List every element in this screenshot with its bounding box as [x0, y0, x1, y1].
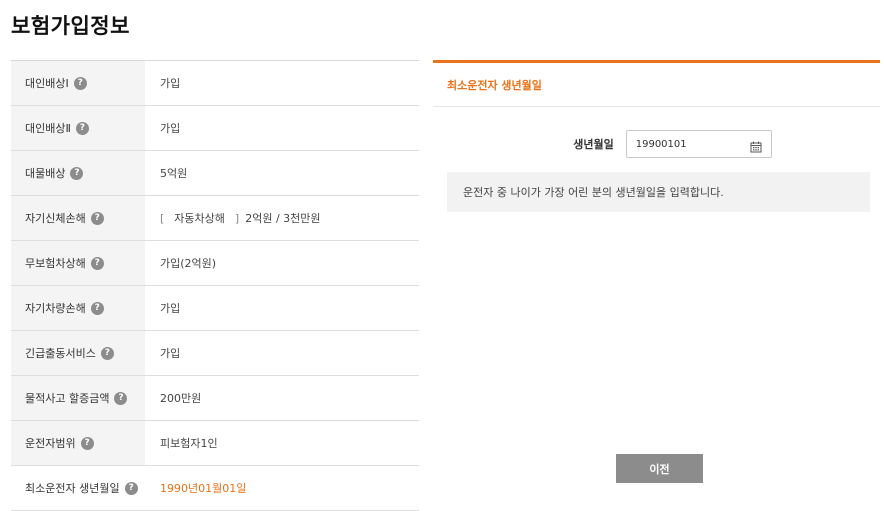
table-row: 자기차량손해 ? 가입 [11, 286, 419, 331]
help-icon[interactable]: ? [90, 301, 104, 315]
row-label: 긴급출동서비스 [25, 347, 96, 360]
row-label: 대인배상Ⅰ [25, 77, 69, 90]
table-row: 대물배상 ? 5억원 [11, 151, 419, 196]
row-label: 운전자범위 [25, 437, 76, 450]
row-label-cell: 긴급출동서비스 ? [11, 331, 145, 375]
help-icon[interactable]: ? [90, 256, 104, 270]
calendar-icon[interactable] [750, 138, 762, 153]
row-label-cell: 자기신체손해 ? [11, 196, 145, 240]
prev-button[interactable]: 이전 [616, 454, 703, 483]
row-label: 자기차량손해 [25, 302, 86, 315]
help-icon[interactable]: ? [70, 166, 84, 180]
help-icon[interactable]: ? [114, 391, 128, 405]
table-row: 무보험차상해 ? 가입(2억원) [11, 241, 419, 286]
panel-title: 최소운전자 생년월일 [433, 63, 880, 107]
row-value: 가입 [160, 302, 181, 315]
table-row: 운전자범위 ? 피보험자1인 [11, 421, 419, 466]
row-label-cell: 최소운전자 생년월일 ? [11, 466, 145, 510]
row-label: 최소운전자 생년월일 [25, 482, 120, 495]
bracket-open: [ [160, 211, 165, 225]
row-label-cell: 대인배상Ⅰ ? [11, 61, 145, 105]
row-value: 200만원 [160, 392, 202, 405]
row-label-cell: 자기차량손해 ? [11, 286, 145, 330]
table-row: 물적사고 할증금액 ? 200만원 [11, 376, 419, 421]
birthdate-row: 생년월일 [433, 130, 880, 158]
row-value: 가입 [160, 122, 181, 135]
row-label: 자기신체손해 [25, 212, 86, 225]
row-value: 5억원 [160, 167, 188, 180]
birthdate-label: 생년월일 [573, 138, 614, 151]
help-icon[interactable]: ? [75, 121, 89, 135]
help-icon[interactable]: ? [124, 481, 138, 495]
table-row: 대인배상Ⅰ ? 가입 [11, 61, 419, 106]
row-label-cell: 무보험차상해 ? [11, 241, 145, 285]
row-label-cell: 대물배상 ? [11, 151, 145, 195]
row-value: 피보험자1인 [160, 437, 218, 450]
table-row: 최소운전자 생년월일 ? 1990년01월01일 [11, 466, 419, 511]
row-label: 물적사고 할증금액 [25, 392, 110, 405]
help-icon[interactable]: ? [73, 76, 87, 90]
bracket-close: ] [234, 211, 240, 225]
insurance-info-table: 대인배상Ⅰ ? 가입 대인배상Ⅱ ? 가입 대물배상 ? 5억원 자기신체손해 … [11, 60, 419, 511]
table-row: 자기신체손해 ? [ 자동차상해 ] 2억원 / 3천만원 [11, 196, 419, 241]
birthdate-input[interactable] [635, 138, 736, 150]
row-value: 가입(2억원) [160, 257, 217, 270]
row-value: 가입 [160, 347, 181, 360]
notice-text: 운전자 중 나이가 가장 어린 분의 생년월일을 입력합니다. [447, 172, 870, 212]
table-row: 대인배상Ⅱ ? 가입 [11, 106, 419, 151]
row-label: 대물배상 [25, 167, 66, 180]
row-value: 가입 [160, 77, 181, 90]
row-label-cell: 물적사고 할증금액 ? [11, 376, 145, 420]
help-icon[interactable]: ? [90, 211, 104, 225]
page-title: 보험가입정보 [11, 14, 130, 38]
help-icon[interactable]: ? [80, 436, 94, 450]
detail-panel: 최소운전자 생년월일 생년월일 운전자 중 나이가 가 [433, 60, 880, 508]
row-label-cell: 대인배상Ⅱ ? [11, 106, 145, 150]
birthdate-field[interactable] [625, 130, 772, 158]
row-label-cell: 운전자범위 ? [11, 421, 145, 465]
row-label: 대인배상Ⅱ [25, 122, 71, 135]
coverage-type: 자동차상해 [174, 212, 225, 225]
row-value: [ 자동차상해 ] 2억원 / 3천만원 [145, 196, 419, 240]
row-value-highlight[interactable]: 1990년01월01일 [145, 466, 419, 510]
coverage-amount: 2억원 / 3천만원 [245, 212, 321, 225]
row-label: 무보험차상해 [25, 257, 86, 270]
table-row: 긴급출동서비스 ? 가입 [11, 331, 419, 376]
help-icon[interactable]: ? [100, 346, 114, 360]
